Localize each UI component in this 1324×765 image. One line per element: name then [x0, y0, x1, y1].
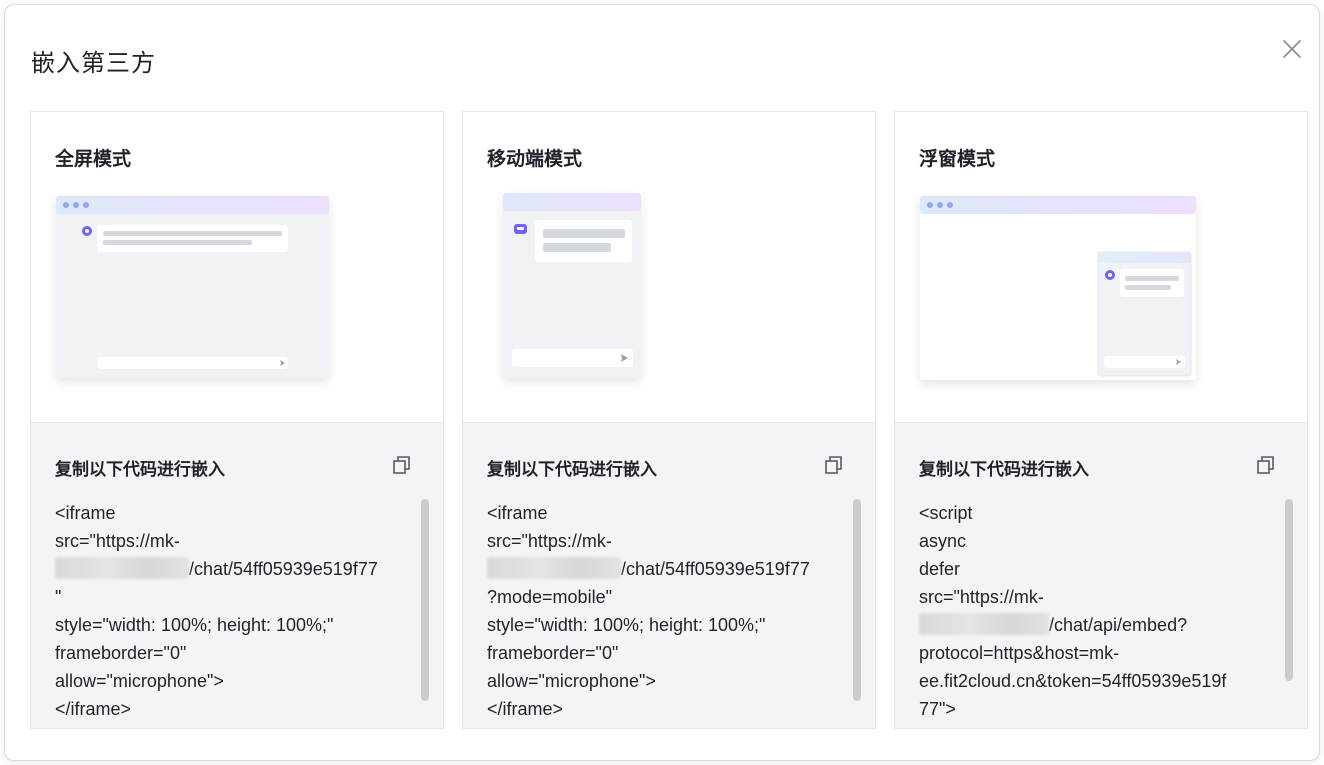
code-scrollbar[interactable]	[421, 499, 429, 701]
embed-code[interactable]: <iframe src="https://mk- /chat/54ff05939…	[55, 499, 417, 723]
embed-dialog: 嵌入第三方 全屏模式 复制以下代码进行嵌入 <iframe src="https…	[4, 4, 1320, 761]
code-label: 复制以下代码进行嵌入	[487, 460, 657, 480]
code-label: 复制以下代码进行嵌入	[55, 460, 225, 480]
card-mobile-mode[interactable]: 移动端模式 复制以下代码进行嵌入 <iframe src="https://mk…	[462, 111, 876, 729]
copy-icon[interactable]	[391, 454, 413, 476]
code-area: 复制以下代码进行嵌入 <script async defer src="http…	[895, 422, 1307, 728]
code-scrollbar[interactable]	[853, 499, 861, 701]
embed-code[interactable]: <iframe src="https://mk- /chat/54ff05939…	[487, 499, 849, 723]
card-fullscreen-mode[interactable]: 全屏模式 复制以下代码进行嵌入 <iframe src="https://mk-…	[30, 111, 444, 729]
code-area: 复制以下代码进行嵌入 <iframe src="https://mk- /cha…	[31, 422, 443, 728]
copy-icon[interactable]	[1255, 454, 1277, 476]
floating-preview-illustration	[895, 112, 1307, 422]
embed-code[interactable]: <script async defer src="https://mk- /ch…	[919, 499, 1281, 723]
dialog-title: 嵌入第三方	[31, 49, 156, 77]
copy-icon[interactable]	[823, 454, 845, 476]
fullscreen-preview-illustration	[31, 112, 443, 422]
code-label: 复制以下代码进行嵌入	[919, 460, 1089, 480]
redacted-host	[55, 557, 189, 579]
redacted-host	[487, 557, 621, 579]
mobile-preview-illustration	[463, 112, 875, 422]
code-scrollbar[interactable]	[1285, 499, 1293, 681]
close-icon[interactable]	[1279, 36, 1305, 62]
redacted-host	[919, 613, 1049, 635]
code-area: 复制以下代码进行嵌入 <iframe src="https://mk- /cha…	[463, 422, 875, 728]
card-floating-window-mode[interactable]: 浮窗模式 复制以下代码进行嵌入 <script async defer src=…	[894, 111, 1308, 729]
